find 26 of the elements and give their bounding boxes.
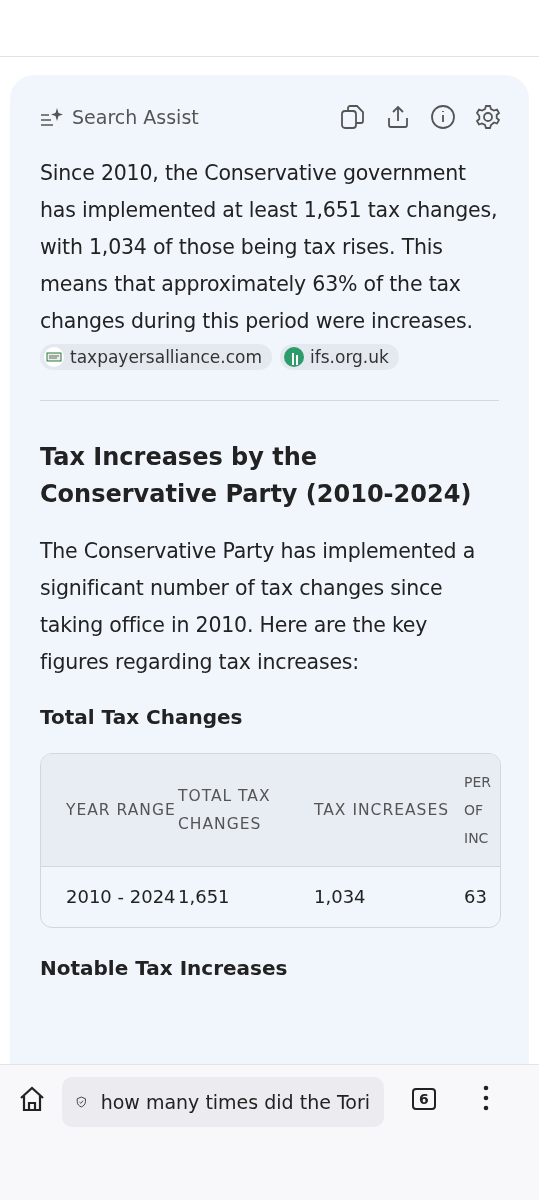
site-logo-icon — [44, 347, 64, 367]
settings-icon[interactable] — [475, 104, 501, 130]
table-cell-text: 1,651 — [178, 885, 231, 909]
more-icon[interactable] — [481, 1085, 490, 1111]
site-logo-icon — [284, 347, 304, 367]
section-heading: Tax Increases by the Conservative Party (2010-2024) — [40, 442, 473, 510]
column-header: YEAR RANGE — [65, 800, 177, 821]
source-link[interactable]: taxpayersalliance.com — [40, 344, 272, 370]
column-header: PER OF INC — [464, 773, 492, 848]
info-icon[interactable] — [430, 104, 456, 130]
table-heading: Total Tax Changes — [40, 705, 244, 729]
home-icon[interactable] — [18, 1085, 46, 1113]
table-cell-text: 1,034 — [314, 885, 367, 909]
assist-title: Search Assist — [72, 106, 199, 128]
address-bar[interactable]: how many times did the Tori — [62, 1077, 384, 1127]
section-heading: Notable Tax Increases — [40, 956, 289, 980]
table-cell-text: 63 — [464, 885, 488, 909]
source-link[interactable]: ifs.org.uk — [280, 344, 399, 370]
summary-text: Since 2010, the Conservative government has implemented at least 1,651 tax changes, with 1,034 of those being tax rises. This means that approximately 63% of the tax changes during this period were increases. — [40, 160, 499, 335]
intro-text: The Conservative Party has implemented a significant number of tax changes since taking office in 2010. Here are the key figures regarding tax increases: — [40, 538, 477, 676]
share-icon[interactable] — [385, 104, 411, 130]
tab-count-button[interactable]: 6 — [412, 1088, 436, 1110]
column-header: TAX INCREASES — [314, 800, 451, 821]
column-header: TOTAL TAX CHANGES — [178, 786, 272, 835]
copy-icon[interactable] — [340, 104, 366, 130]
table-cell-text: 2010 - 2024 — [65, 885, 177, 909]
